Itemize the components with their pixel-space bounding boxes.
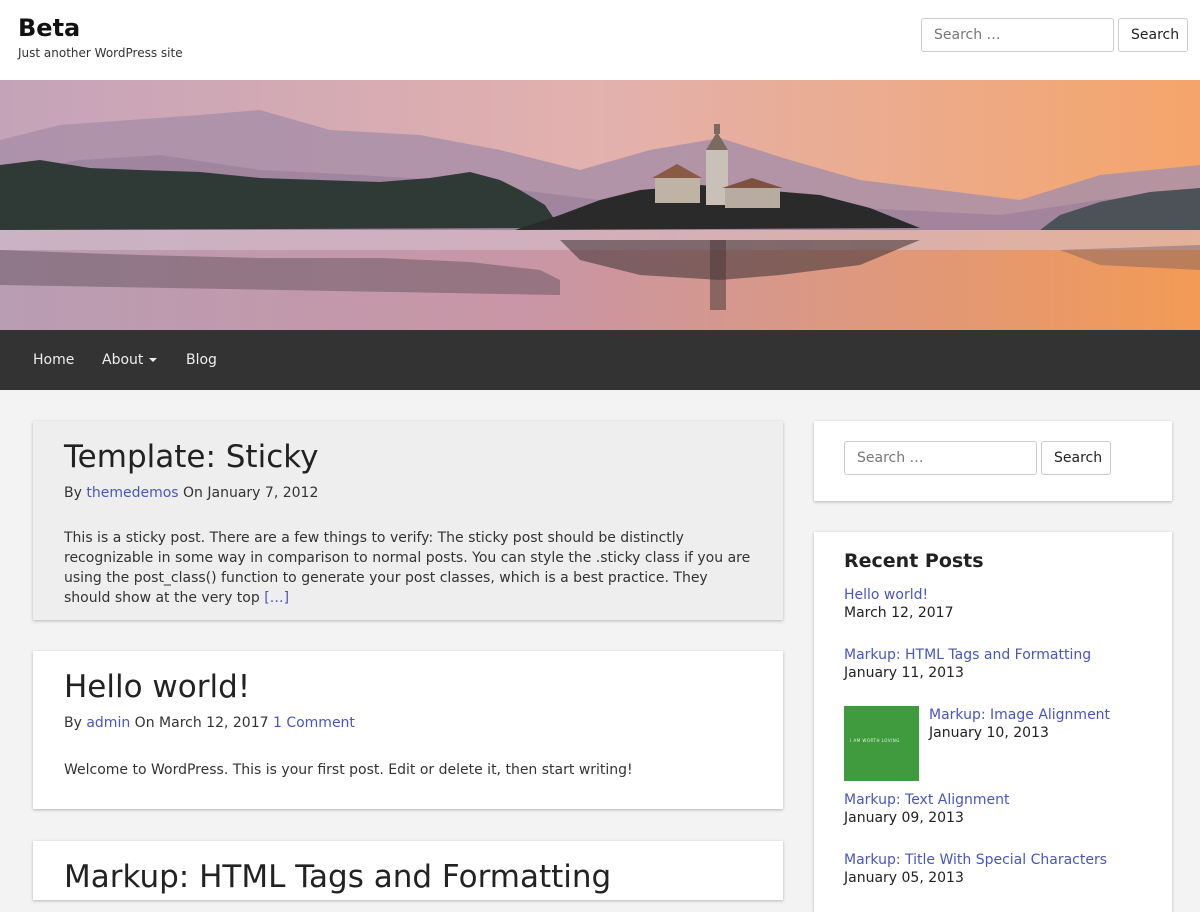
recent-post-link[interactable]: Markup: Text Alignment bbox=[844, 792, 1010, 808]
post-excerpt-text: This is a sticky post. There are a few t… bbox=[64, 530, 751, 606]
read-more-link[interactable]: […] bbox=[264, 590, 289, 606]
nav-item-blog[interactable]: Blog bbox=[186, 330, 217, 390]
recent-post-item: Markup: Image Alignment January 10, 2013 bbox=[929, 707, 1110, 741]
recent-posts-widget: Recent Posts Hello world! March 12, 2017… bbox=[814, 532, 1172, 912]
recent-post-date: January 09, 2013 bbox=[844, 810, 964, 826]
post-card: Hello world! By admin On March 12, 2017 … bbox=[33, 651, 783, 809]
post-meta-on: On bbox=[134, 715, 155, 731]
header-image bbox=[0, 80, 1200, 330]
recent-post-item: Markup: HTML Tags and Formatting January… bbox=[844, 647, 1091, 681]
post-meta-by: By bbox=[64, 485, 82, 501]
post-meta: By themedemos On January 7, 2012 bbox=[64, 485, 318, 501]
header-search-button[interactable]: Search bbox=[1118, 18, 1188, 52]
main-navigation: Home About Blog bbox=[0, 330, 1200, 390]
site-tagline: Just another WordPress site bbox=[18, 46, 183, 60]
post-card: Markup: HTML Tags and Formatting bbox=[33, 841, 783, 900]
post-meta-by: By bbox=[64, 715, 82, 731]
post-date: January 7, 2012 bbox=[207, 485, 319, 501]
header-search-input[interactable] bbox=[921, 18, 1114, 52]
recent-post-link[interactable]: Markup: Title With Special Characters bbox=[844, 852, 1107, 868]
sidebar-search-input[interactable] bbox=[844, 441, 1037, 475]
site-header: Beta Just another WordPress site Search bbox=[0, 0, 1200, 80]
header-search-form: Search bbox=[921, 18, 1188, 52]
recent-post-thumbnail[interactable]: I AM WORTH LOVING bbox=[844, 706, 919, 781]
post-author-link[interactable]: admin bbox=[86, 715, 130, 731]
nav-item-home[interactable]: Home bbox=[33, 330, 74, 390]
post-date: March 12, 2017 bbox=[159, 715, 269, 731]
widget-title: Recent Posts bbox=[844, 550, 984, 572]
nav-item-about[interactable]: About bbox=[102, 330, 158, 390]
recent-post-item: Hello world! March 12, 2017 bbox=[844, 587, 953, 621]
post-excerpt: This is a sticky post. There are a few t… bbox=[64, 528, 754, 608]
sidebar-search-form: Search bbox=[844, 441, 1111, 475]
site-title[interactable]: Beta bbox=[18, 14, 80, 42]
thumbnail-caption: I AM WORTH LOVING bbox=[850, 738, 900, 743]
recent-post-date: January 10, 2013 bbox=[929, 725, 1049, 741]
sidebar-search-widget: Search bbox=[814, 421, 1172, 501]
post-comments-link[interactable]: 1 Comment bbox=[273, 715, 355, 731]
post-title[interactable]: Template: Sticky bbox=[64, 439, 318, 475]
chevron-down-icon bbox=[149, 358, 158, 362]
recent-post-date: January 05, 2013 bbox=[844, 870, 964, 886]
recent-post-date: March 12, 2017 bbox=[844, 605, 954, 621]
post-title[interactable]: Hello world! bbox=[64, 669, 250, 705]
post-card: Template: Sticky By themedemos On Januar… bbox=[33, 421, 783, 620]
recent-post-link[interactable]: Markup: Image Alignment bbox=[929, 707, 1110, 723]
recent-post-date: January 11, 2013 bbox=[844, 665, 964, 681]
recent-post-link[interactable]: Hello world! bbox=[844, 587, 928, 603]
recent-post-link[interactable]: Markup: HTML Tags and Formatting bbox=[844, 647, 1091, 663]
post-excerpt: Welcome to WordPress. This is your first… bbox=[64, 762, 633, 778]
nav-item-about-label: About bbox=[102, 352, 144, 368]
lake-island-landscape bbox=[0, 80, 1200, 330]
recent-post-item: Markup: Title With Special Characters Ja… bbox=[844, 852, 1107, 886]
post-meta-on: On bbox=[183, 485, 203, 501]
recent-post-item: Markup: Text Alignment January 09, 2013 bbox=[844, 792, 1010, 826]
post-title[interactable]: Markup: HTML Tags and Formatting bbox=[64, 859, 611, 895]
sidebar-search-button[interactable]: Search bbox=[1041, 441, 1111, 475]
post-author-link[interactable]: themedemos bbox=[86, 485, 178, 501]
post-meta: By admin On March 12, 2017 1 Comment bbox=[64, 715, 355, 731]
